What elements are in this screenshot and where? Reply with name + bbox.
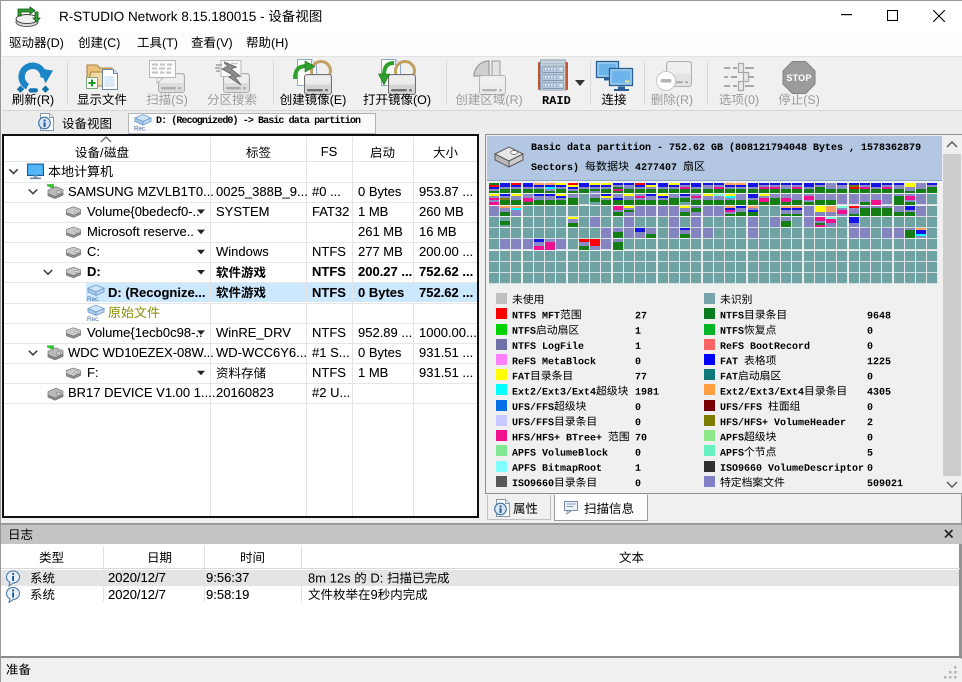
svg-text:Rec.: Rec. [87, 296, 100, 303]
svg-text:STOP: STOP [786, 73, 811, 83]
svg-text:Rec.: Rec. [134, 126, 147, 133]
svg-text:Rec.: Rec. [87, 316, 100, 323]
